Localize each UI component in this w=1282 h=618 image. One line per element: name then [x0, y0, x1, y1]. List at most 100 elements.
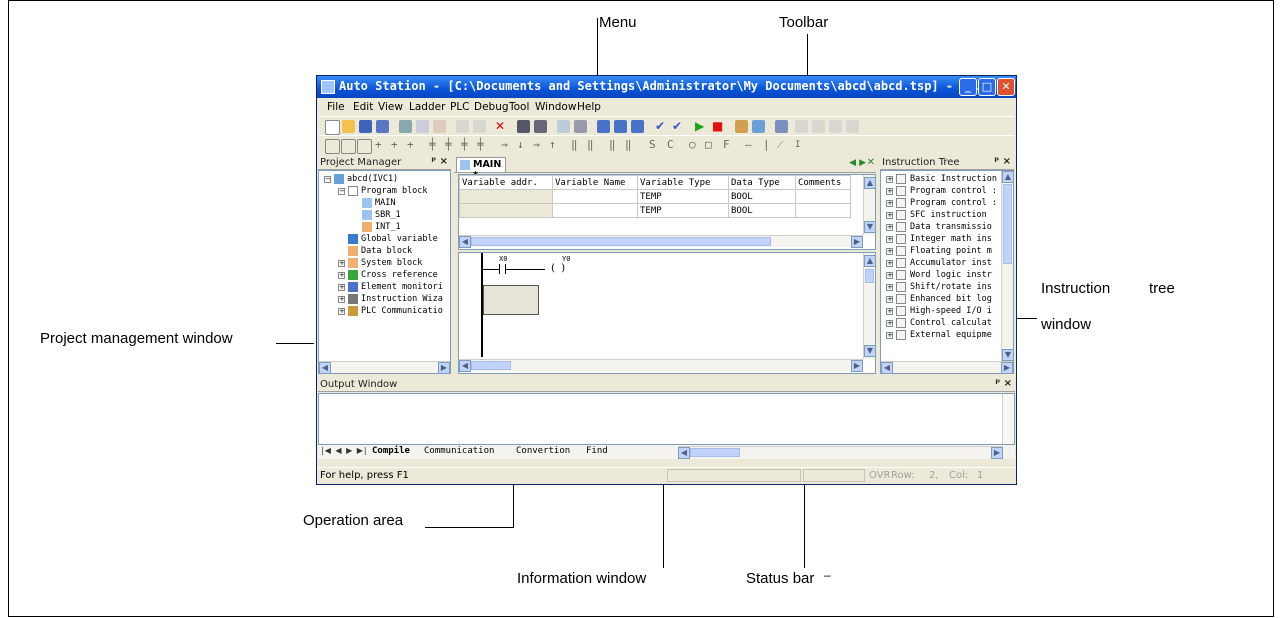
tree-program-int1[interactable]: INT_1 — [375, 222, 401, 232]
insert-down-icon[interactable]: + — [391, 139, 404, 152]
tab-convertion[interactable]: Convertion — [516, 446, 570, 456]
instruction-category[interactable]: Word logic instr — [910, 270, 1000, 280]
scroll-up-icon[interactable]: ▲ — [864, 177, 875, 189]
project-manager-hscroll[interactable]: ◀ ▶ — [319, 361, 450, 373]
expand-toggle[interactable]: + — [338, 308, 345, 315]
menu-file[interactable]: File — [327, 101, 345, 113]
paste-icon[interactable] — [433, 120, 446, 133]
col-comments[interactable]: Comments — [795, 175, 851, 190]
menu-ladder[interactable]: Ladder — [409, 101, 445, 113]
menu-edit[interactable]: Edit — [353, 101, 373, 113]
contact-symbol[interactable] — [499, 264, 506, 274]
tab-prev-icon[interactable]: ◀ — [849, 158, 856, 168]
lock-2-disabled-icon[interactable] — [829, 120, 842, 133]
expand-toggle[interactable]: + — [338, 296, 345, 303]
cell[interactable]: BOOL — [728, 203, 796, 218]
print-preview-icon[interactable] — [557, 120, 570, 133]
insert-up-icon[interactable]: + — [407, 139, 420, 152]
tree-cross-reference[interactable]: Cross reference — [361, 270, 438, 280]
branch-3-icon[interactable]: ╪ — [461, 139, 474, 152]
scroll-up-icon[interactable]: ▲ — [864, 255, 875, 267]
replace-icon[interactable] — [534, 120, 547, 133]
instruction-tree-close-icon[interactable]: ᵖ × — [994, 156, 1011, 167]
delete-icon[interactable]: ✕ — [495, 120, 508, 133]
scroll-left-icon[interactable]: ◀ — [459, 236, 471, 248]
expand-toggle[interactable]: + — [886, 188, 893, 195]
tree-instruction-wizard[interactable]: Instruction Wiza — [361, 294, 443, 304]
expand-toggle[interactable]: + — [886, 308, 893, 315]
monitor-icon[interactable] — [775, 120, 788, 133]
set-icon[interactable]: S — [649, 139, 662, 152]
line-up-icon[interactable]: ↑ — [549, 139, 562, 152]
title-bar[interactable]: Auto Station - [C:\Documents and Setting… — [317, 76, 1016, 98]
save-all-icon[interactable] — [376, 120, 389, 133]
cell[interactable]: TEMP — [637, 189, 729, 204]
scroll-thumb[interactable] — [471, 361, 511, 370]
menu-tool[interactable]: Tool — [509, 101, 529, 113]
copy-icon[interactable] — [416, 120, 429, 133]
cell[interactable]: TEMP — [637, 203, 729, 218]
instruction-category[interactable]: External equipme — [910, 330, 1000, 340]
variable-table-hscroll[interactable]: ◀ ▶ — [459, 235, 863, 248]
scroll-left-icon[interactable]: ◀ — [881, 362, 893, 373]
ladder-b-icon[interactable] — [341, 139, 356, 154]
scroll-thumb[interactable] — [690, 448, 740, 457]
coil-symbol[interactable]: ( ) — [551, 264, 565, 274]
branch-4-icon[interactable]: ╪ — [477, 139, 490, 152]
lock-disabled-icon[interactable] — [812, 120, 825, 133]
expand-toggle[interactable]: + — [886, 320, 893, 327]
find-icon[interactable] — [517, 120, 530, 133]
expand-toggle[interactable]: + — [886, 200, 893, 207]
expand-toggle[interactable]: + — [886, 248, 893, 255]
tab-main[interactable]: MAIN * — [456, 157, 506, 181]
download-icon[interactable] — [735, 120, 748, 133]
menu-debug[interactable]: Debug — [474, 101, 509, 113]
open-folder-icon[interactable] — [342, 120, 355, 133]
scroll-thumb[interactable] — [1003, 184, 1012, 264]
instruction-category[interactable]: Data transmissio — [910, 222, 1000, 232]
instruction-category[interactable]: Floating point m — [910, 246, 1000, 256]
line-down-icon[interactable]: ↓ — [517, 139, 530, 152]
layout-3-icon[interactable] — [631, 120, 644, 133]
scroll-right-icon[interactable]: ▶ — [438, 362, 450, 373]
col-variable-name[interactable]: Variable Name — [552, 175, 638, 190]
instruction-category[interactable]: Program control : — [910, 198, 1000, 208]
scroll-left-icon[interactable]: ◀ — [459, 360, 471, 372]
undo-icon[interactable] — [456, 120, 469, 133]
cell[interactable] — [552, 189, 638, 204]
new-file-icon[interactable] — [325, 120, 340, 135]
maximize-button[interactable]: □ — [978, 78, 996, 96]
upload-icon[interactable] — [752, 120, 765, 133]
function-icon[interactable]: F — [723, 139, 736, 152]
cell[interactable] — [795, 203, 851, 218]
instruction-category[interactable]: Basic Instruction — [910, 174, 1000, 184]
expand-toggle[interactable]: + — [886, 224, 893, 231]
scroll-left-icon[interactable]: ◀ — [319, 362, 331, 373]
expand-toggle[interactable]: + — [886, 260, 893, 267]
output-hscroll[interactable]: ◀ ▶ — [678, 446, 1003, 459]
expand-toggle[interactable]: − — [338, 188, 345, 195]
cell[interactable] — [459, 203, 553, 218]
instruction-tree-hscroll[interactable]: ◀ ▶ — [881, 361, 1013, 373]
instruction-category[interactable]: High-speed I/O i — [910, 306, 1000, 316]
ladder-vscroll[interactable]: ▲ ▼ — [863, 253, 875, 359]
table-row[interactable]: TEMP BOOL — [459, 203, 851, 218]
col-variable-addr[interactable]: Variable addr. — [459, 175, 553, 190]
edit-disabled-icon[interactable] — [795, 120, 808, 133]
tab-next-icon[interactable]: ▶ — [859, 158, 866, 168]
coil-icon[interactable]: ○ — [689, 139, 702, 152]
insert-node-icon[interactable]: + — [375, 139, 388, 152]
tree-system-block[interactable]: System block — [361, 258, 422, 268]
tree-program-block[interactable]: Program block — [361, 186, 428, 196]
cell[interactable]: BOOL — [728, 189, 796, 204]
tree-element-monitor[interactable]: Element monitori — [361, 282, 443, 292]
tab-close-icon[interactable]: ✕ — [867, 157, 875, 168]
tab-compile[interactable]: Compile — [372, 446, 410, 456]
scroll-right-icon[interactable]: ▶ — [851, 360, 863, 372]
delete-vline-icon[interactable]: I — [795, 139, 808, 152]
hline-icon[interactable]: — — [745, 139, 758, 152]
contact-nc-icon[interactable]: ‖ — [587, 139, 600, 152]
vline-icon[interactable]: | — [763, 139, 776, 152]
expand-toggle[interactable]: + — [338, 260, 345, 267]
instruction-category[interactable]: SFC instruction — [910, 210, 1000, 220]
